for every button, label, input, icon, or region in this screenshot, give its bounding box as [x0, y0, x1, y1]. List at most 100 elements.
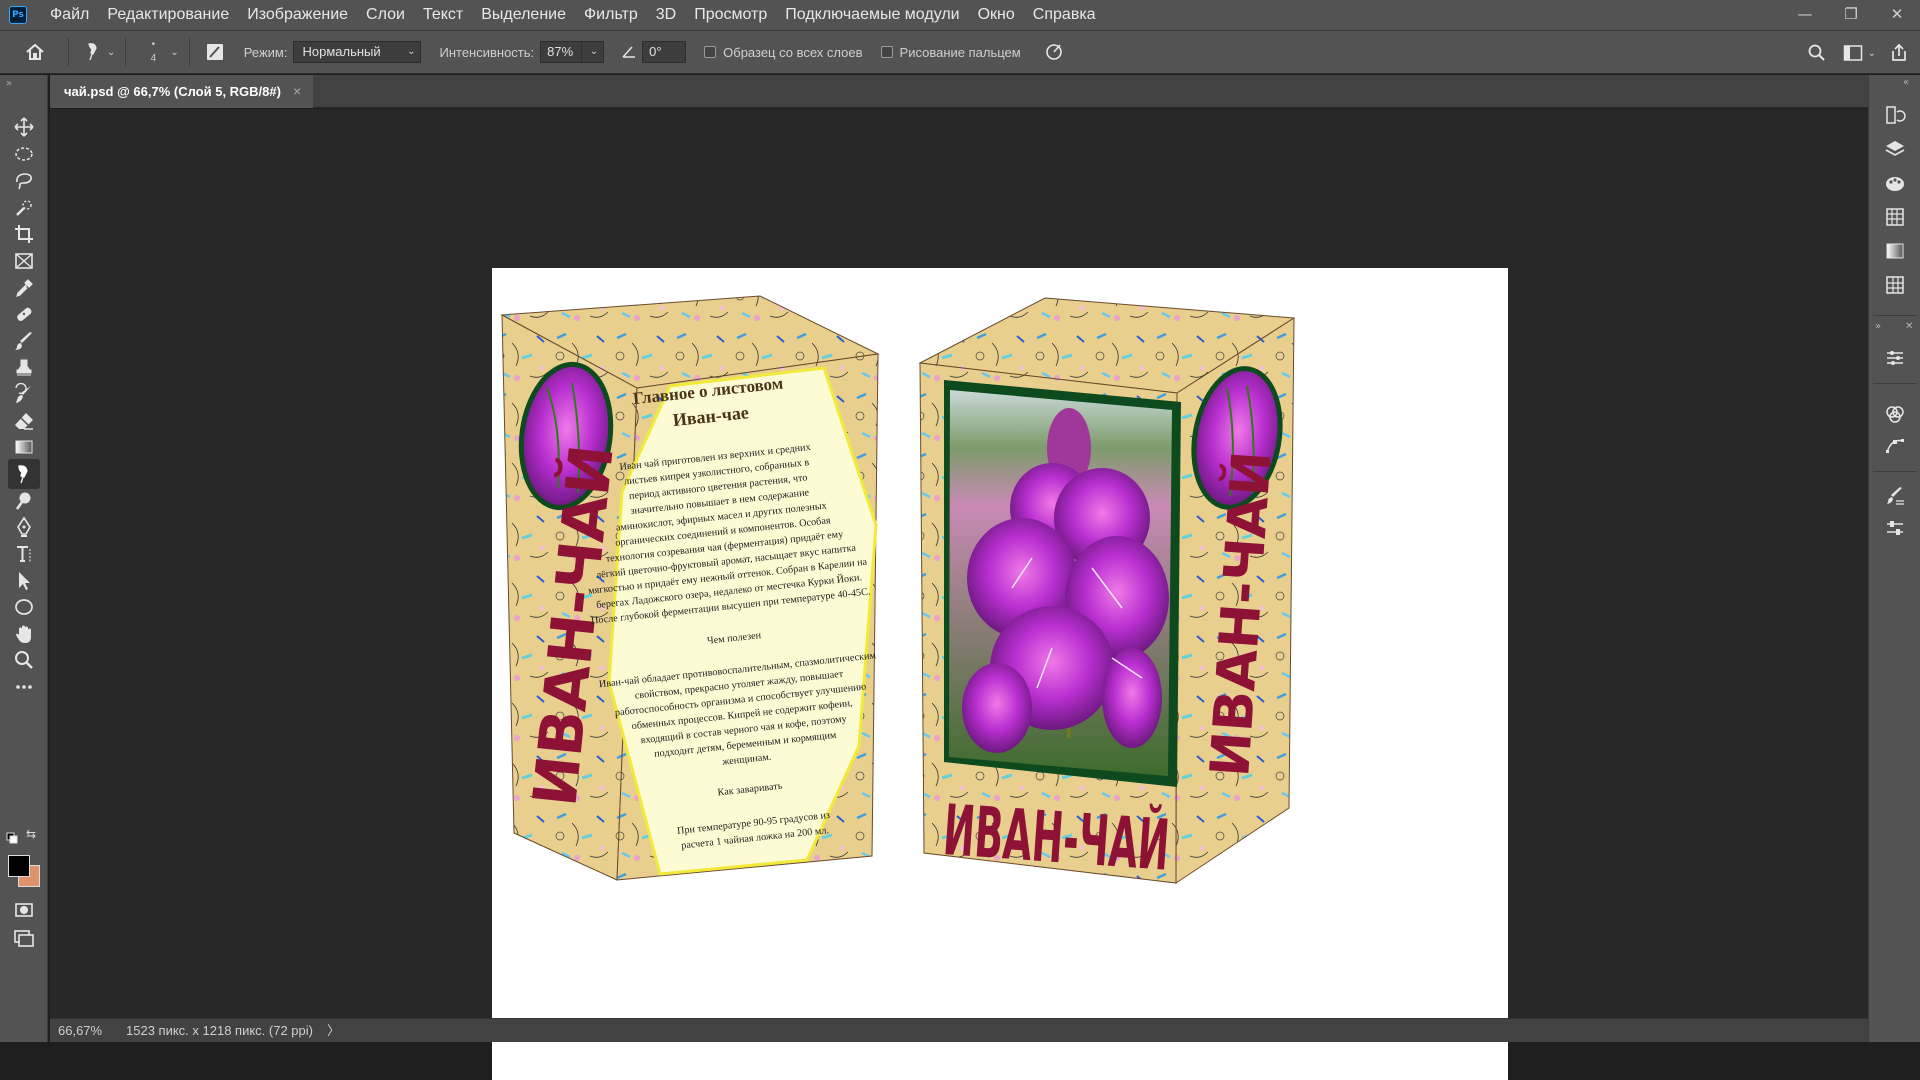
options-bar: ⌄ • 4 ⌄ Режим: Нормальный ⌄ Интенсивност…	[0, 30, 1920, 74]
menu-filter[interactable]: Фильтр	[575, 0, 647, 30]
frame-tool-icon[interactable]	[8, 246, 40, 276]
menu-plugins[interactable]: Подключаемые модули	[776, 0, 968, 30]
finger-painting-label: Рисование пальцем	[899, 44, 1021, 60]
close-window-button[interactable]: ✕	[1874, 0, 1920, 30]
status-bar: 66,67% 1523 пикс. x 1218 пикс. (72 ppi) …	[50, 1018, 1868, 1042]
mode-select[interactable]: Нормальный ⌄	[293, 41, 422, 63]
menu-type[interactable]: Текст	[414, 0, 472, 30]
ellipse-tool-icon[interactable]	[8, 592, 40, 622]
paths-panel-icon[interactable]	[1882, 433, 1908, 459]
mode-label: Режим:	[243, 44, 288, 60]
move-tool-icon[interactable]	[8, 112, 40, 142]
menu-3d[interactable]: 3D	[647, 0, 685, 30]
more-tools-icon[interactable]	[8, 672, 40, 702]
layers-panel-icon[interactable]	[1882, 136, 1908, 162]
window-controls: — ❐ ✕	[1782, 0, 1920, 30]
adjustments-panel-icon[interactable]	[1882, 515, 1908, 541]
channels-panel-icon[interactable]	[1882, 401, 1908, 427]
pressure-icon[interactable]	[1039, 37, 1069, 67]
document-info: 1523 пикс. x 1218 пикс. (72 ppi)	[126, 1023, 313, 1038]
quick-mask-icon[interactable]	[8, 895, 40, 925]
menu-bar: Ps Файл Редактирование Изображение Слои …	[0, 0, 1920, 30]
chevron-down-icon: ⌄	[407, 46, 416, 57]
brush-size-preview[interactable]: • 4	[136, 38, 170, 66]
color-panel-icon[interactable]	[1882, 170, 1908, 196]
right-box-front-brand: ИВАН-ЧАЙ	[941, 789, 1172, 887]
zoom-level[interactable]: 66,67%	[58, 1019, 102, 1043]
sample-all-layers-label: Образец со всех слоев	[723, 44, 863, 60]
document-canvas[interactable]: ИВАН-ЧАЙ Главное о листовом Иван-чае Ива…	[492, 268, 1508, 1080]
menu-window[interactable]: Окно	[969, 0, 1024, 30]
angle-input[interactable]: 0°	[642, 41, 687, 63]
separator	[188, 38, 190, 66]
menu-view[interactable]: Просмотр	[685, 0, 776, 30]
intensity-input[interactable]: 87%	[540, 41, 583, 63]
pen-icon[interactable]	[8, 512, 40, 542]
close-tab-icon[interactable]: ×	[293, 75, 301, 108]
finger-painting-checkbox[interactable]	[880, 46, 893, 58]
gradients-panel-icon[interactable]	[1882, 238, 1908, 264]
brush-size-value: 4	[150, 53, 157, 64]
separator	[125, 38, 127, 66]
type-tool-icon[interactable]	[8, 539, 40, 569]
workspace-icon[interactable]	[1838, 38, 1868, 68]
history-panel-icon[interactable]	[1882, 102, 1908, 128]
chevron-down-icon: ⌄	[589, 46, 599, 57]
packaging-artwork: ИВАН-ЧАЙ Главное о листовом Иван-чае Ива…	[500, 295, 1296, 887]
minimize-button[interactable]: —	[1782, 0, 1828, 30]
brush-settings-panel-icon[interactable]	[1882, 483, 1908, 509]
sample-all-layers-checkbox[interactable]	[704, 46, 717, 58]
patterns-panel-icon[interactable]	[1882, 272, 1908, 298]
restore-button[interactable]: ❐	[1828, 0, 1874, 30]
separator	[1873, 383, 1917, 384]
close-panel-icon[interactable]: ✕	[1905, 321, 1913, 332]
search-icon[interactable]	[1802, 38, 1832, 68]
share-icon[interactable]	[1884, 38, 1914, 68]
chevron-down-icon[interactable]: ⌄	[107, 47, 115, 58]
brush-icon[interactable]	[8, 326, 40, 356]
foreground-color-swatch[interactable]	[8, 855, 30, 877]
collapse-panel-icon[interactable]: «	[1903, 77, 1909, 88]
menu-layers[interactable]: Слои	[357, 0, 414, 30]
document-tab-bar: чай.psd @ 66,7% (Слой 5, RGB/8#) ×	[50, 75, 1868, 108]
options-bar-right: ⌄	[1802, 31, 1920, 75]
menu-edit[interactable]: Редактирование	[98, 0, 238, 30]
document-tab-title: чай.psd @ 66,7% (Слой 5, RGB/8#)	[64, 84, 281, 99]
document-tab[interactable]: чай.psd @ 66,7% (Слой 5, RGB/8#) ×	[50, 75, 314, 108]
screen-mode-icon[interactable]	[8, 923, 40, 953]
intensity-slider-toggle[interactable]: ⌄	[582, 41, 605, 63]
lasso-icon[interactable]	[8, 166, 40, 196]
chevron-down-icon[interactable]: ⌄	[170, 47, 178, 58]
status-menu-arrow-icon[interactable]: 〉	[327, 1019, 340, 1043]
intensity-label: Интенсивность:	[439, 44, 535, 60]
history-brush-icon[interactable]	[8, 379, 40, 409]
collapse-panel-icon[interactable]: »	[1875, 321, 1881, 332]
swatches-panel-icon[interactable]	[1882, 204, 1908, 230]
swap-colors-icon[interactable]: ⇆	[26, 827, 36, 841]
brush-settings-icon[interactable]	[200, 37, 230, 67]
zoom-icon[interactable]	[8, 645, 40, 675]
healing-brush-icon[interactable]	[8, 299, 40, 329]
chevron-down-icon[interactable]: ⌄	[1868, 48, 1876, 59]
collapse-panel-icon[interactable]: »	[6, 78, 12, 89]
gradient-icon[interactable]	[8, 432, 40, 462]
menu-image[interactable]: Изображение	[238, 0, 357, 30]
separator	[1873, 471, 1917, 472]
default-colors-icon[interactable]	[6, 829, 20, 844]
canvas-workspace[interactable]: ИВАН-ЧАЙ Главное о листовом Иван-чае Ива…	[50, 109, 1868, 1080]
menu-file[interactable]: Файл	[41, 0, 98, 30]
left-box: ИВАН-ЧАЙ Главное о листовом Иван-чае Ива…	[500, 295, 880, 881]
menu-help[interactable]: Справка	[1024, 0, 1105, 30]
separator	[1873, 315, 1917, 316]
properties-panel-icon[interactable]	[1882, 345, 1908, 371]
crop-icon[interactable]	[8, 219, 40, 249]
smudge-tool-preset-icon[interactable]	[79, 37, 109, 67]
elliptical-marquee-icon[interactable]	[8, 139, 40, 169]
right-box: ИВАН-ЧАЙ ИВАН-ЧАЙ	[918, 297, 1296, 887]
right-panel-dock: « » ✕	[1868, 75, 1920, 1042]
brush-dot-icon: •	[151, 39, 156, 50]
menu-select[interactable]: Выделение	[472, 0, 575, 30]
home-icon[interactable]	[20, 37, 50, 67]
smudge-tool-icon[interactable]	[8, 459, 40, 489]
separator	[68, 38, 69, 66]
